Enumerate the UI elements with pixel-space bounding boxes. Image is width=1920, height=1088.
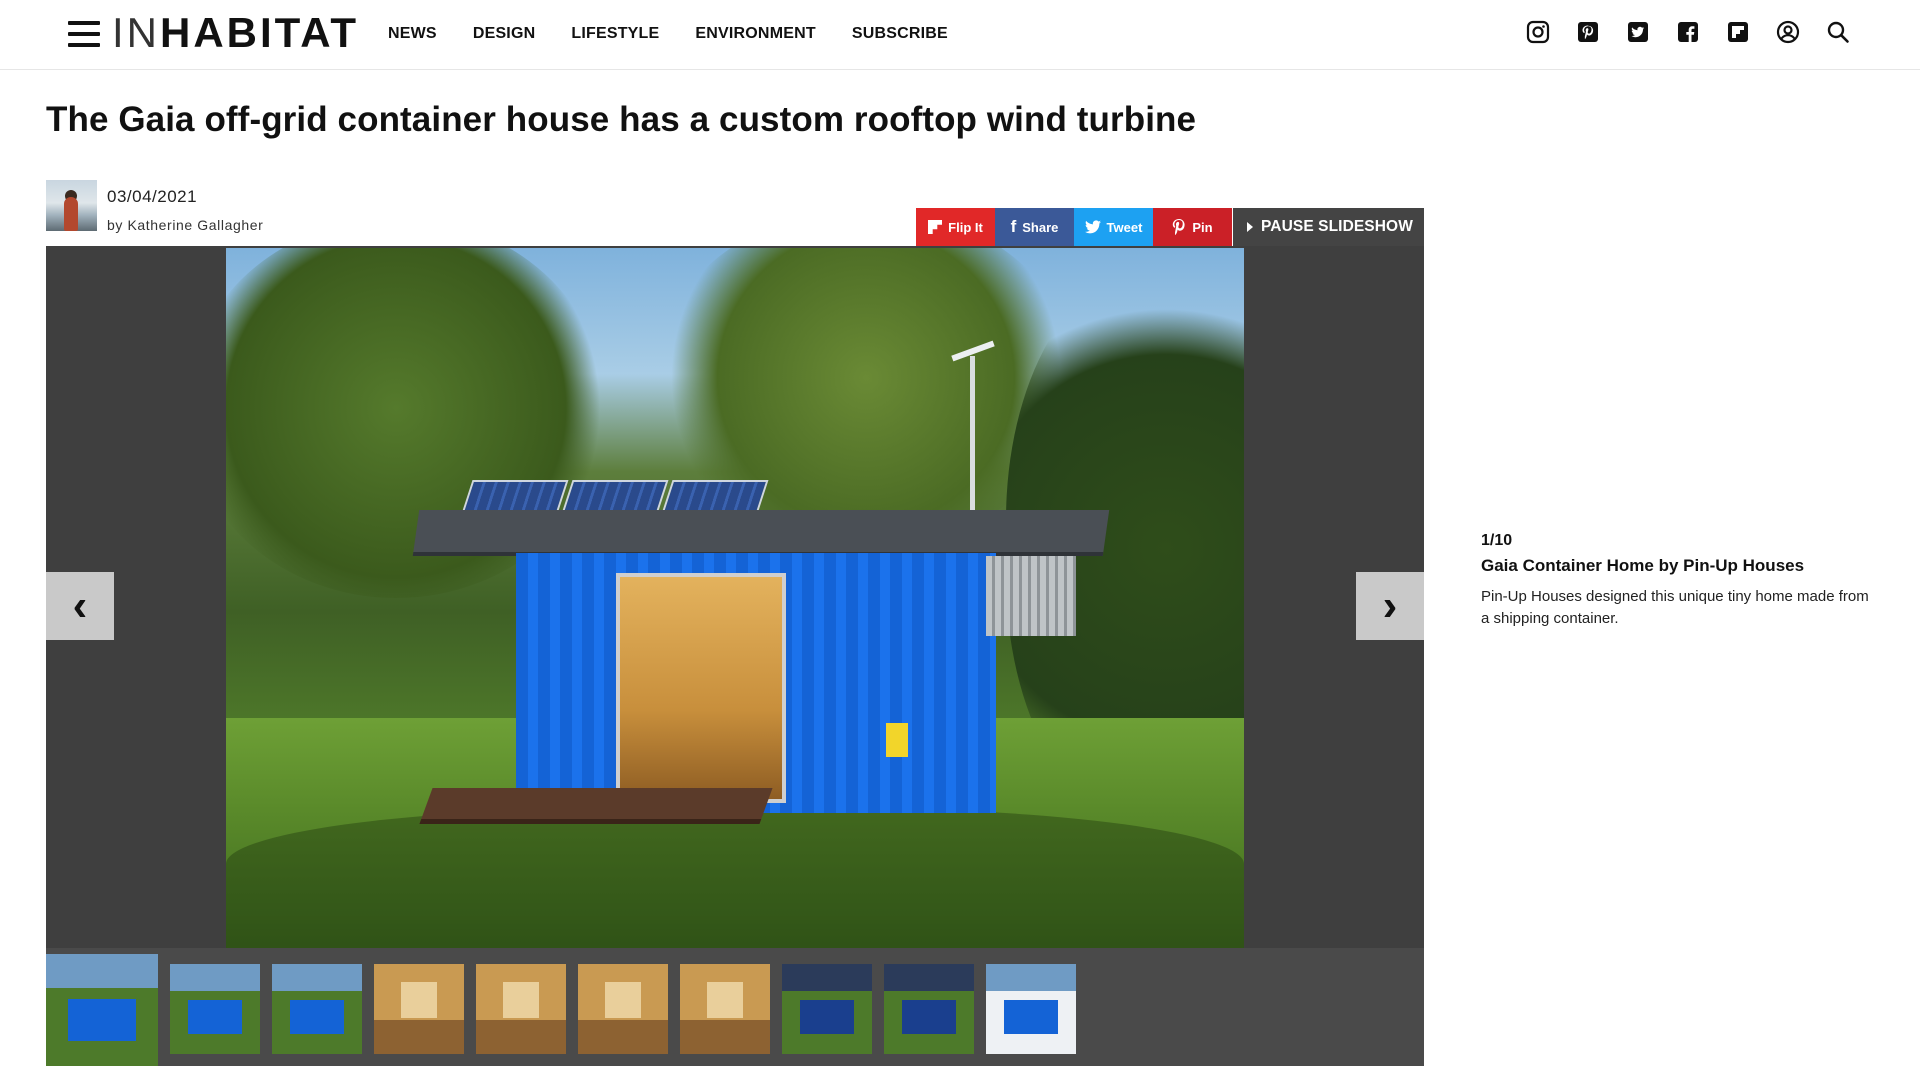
logo-in-text: IN [112,9,160,56]
main-nav: NEWS DESIGN LIFESTYLE ENVIRONMENT SUBSCR… [388,25,984,43]
thumbnail-2[interactable] [170,964,260,1054]
pinterest-icon [1173,219,1185,235]
facebook-icon[interactable] [1676,20,1700,44]
site-logo[interactable]: IN HABITAT [112,9,360,56]
thumbnail-1[interactable] [46,954,158,1066]
instagram-icon[interactable] [1526,20,1550,44]
author-avatar[interactable] [46,180,97,231]
twitter-icon[interactable] [1626,20,1650,44]
slide-caption-title: Gaia Container Home by Pin-Up Houses [1481,556,1805,575]
menu-icon[interactable] [68,20,100,48]
twitter-share-label: Tweet [1106,219,1143,235]
chevron-right-icon: › [1382,581,1398,630]
search-icon[interactable] [1826,20,1850,44]
thumbnail-3[interactable] [272,964,362,1054]
next-slide-button[interactable]: › [1356,572,1424,640]
slideshow-stage: ‹ › [46,246,1424,948]
thumbnail-8[interactable] [782,964,872,1054]
nav-environment[interactable]: ENVIRONMENT [695,25,815,43]
pinterest-share-button[interactable]: Pin [1153,208,1232,246]
article-title: The Gaia off-grid container house has a … [46,100,1197,139]
chevron-left-icon: ‹ [72,581,88,630]
nav-lifestyle[interactable]: LIFESTYLE [571,25,659,43]
previous-slide-button[interactable]: ‹ [46,572,114,640]
thumbnail-strip [46,948,1424,1066]
thumbnail-4[interactable] [374,964,464,1054]
nav-news[interactable]: NEWS [388,25,437,43]
slide-caption-text: Pin-Up Houses designed this unique tiny … [1481,588,1869,627]
pause-slideshow-label: PAUSE SLIDESHOW [1261,218,1413,235]
thumbnail-5[interactable] [476,964,566,1054]
thumbnail-6[interactable] [578,964,668,1054]
pinterest-icon[interactable] [1576,20,1600,44]
twitter-bird-icon [1084,220,1101,234]
social-links [1526,20,1850,44]
pinterest-share-label: Pin [1192,219,1213,235]
twitter-share-button[interactable]: Tweet [1074,208,1153,246]
thumbnail-7[interactable] [680,964,770,1054]
flipboard-share-button[interactable]: Flip It [916,208,995,246]
user-account-icon[interactable] [1776,20,1800,44]
site-header: IN HABITAT NEWS DESIGN LIFESTYLE ENVIRON… [0,0,1920,70]
flipboard-icon [928,220,943,234]
play-triangle-icon [1247,222,1253,232]
slide-image[interactable] [226,248,1244,948]
author-byline[interactable]: by Katherine Gallagher [107,217,263,233]
pause-slideshow-button[interactable]: PAUSE SLIDESHOW [1233,208,1424,246]
share-bar: Flip It f Share Tweet Pin [916,208,1232,246]
facebook-share-button[interactable]: f Share [995,208,1074,246]
thumbnail-10[interactable] [986,964,1076,1054]
logo-habitat-text: HABITAT [160,9,360,56]
thumbnail-9[interactable] [884,964,974,1054]
facebook-icon: f [1010,217,1017,236]
nav-design[interactable]: DESIGN [473,25,536,43]
slide-counter: 1/10 [1481,532,1513,549]
flipboard-share-label: Flip It [948,219,983,235]
facebook-share-label: Share [1022,219,1059,235]
nav-subscribe[interactable]: SUBSCRIBE [852,25,948,43]
publish-date: 03/04/2021 [107,187,198,206]
flipboard-icon[interactable] [1726,20,1750,44]
